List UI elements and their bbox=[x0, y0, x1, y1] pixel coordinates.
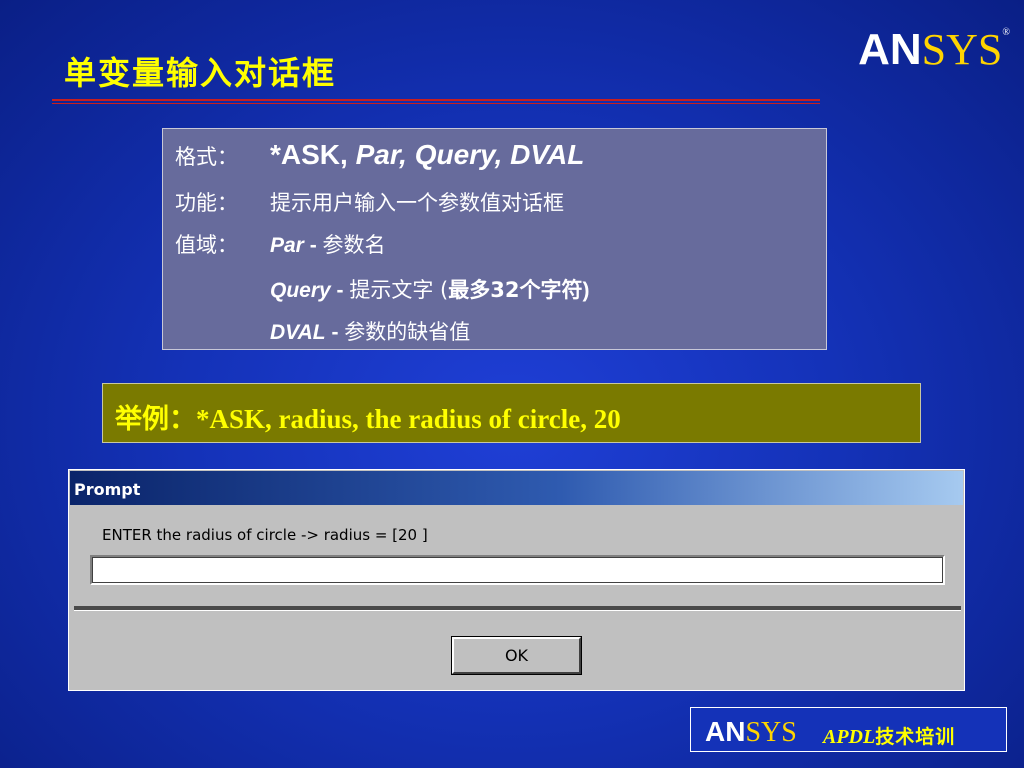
format-cmd: *ASK, bbox=[270, 139, 348, 170]
function-label: 功能： bbox=[175, 191, 238, 215]
footer-logo-an: AN bbox=[705, 716, 746, 747]
prompt-label: ENTER the radius of circle -> radius = [… bbox=[102, 526, 428, 544]
par-sep: - bbox=[303, 234, 323, 257]
ok-button[interactable]: OK bbox=[451, 636, 582, 675]
query-desc-end: ) bbox=[582, 279, 590, 302]
prompt-separator bbox=[74, 606, 961, 611]
query-name: Query bbox=[270, 279, 331, 302]
footer-training: 技术培训 bbox=[875, 726, 956, 748]
dval-row: DVAL - 参数的缺省值 bbox=[270, 316, 470, 346]
logo-sys: SYS bbox=[921, 25, 1003, 74]
query-row: Query - 提示文字 (最多32个字符) bbox=[270, 274, 589, 304]
title-underline bbox=[52, 99, 820, 101]
title-underline-thin bbox=[52, 103, 820, 104]
function-text: 提示用户输入一个参数值对话框 bbox=[270, 191, 564, 215]
prompt-input[interactable] bbox=[90, 555, 945, 585]
par-name: Par bbox=[270, 234, 304, 257]
footer-apdl: APDL bbox=[823, 726, 876, 748]
format-value: *ASK, Par, Query, DVAL bbox=[270, 139, 584, 170]
format-row: 格式： *ASK, Par, Query, DVAL bbox=[175, 139, 584, 171]
query-desc: 提示文字 ( bbox=[349, 278, 449, 302]
prompt-dialog: Prompt ENTER the radius of circle -> rad… bbox=[68, 469, 965, 691]
ansys-logo: ANSYS® bbox=[858, 28, 1010, 72]
query-sep: - bbox=[330, 279, 350, 302]
slide-title: 单变量输入对话框 bbox=[64, 54, 337, 92]
format-args: Par, Query, DVAL bbox=[355, 139, 585, 170]
example-line: 举例：*ASK, radius, the radius of circle, 2… bbox=[115, 397, 621, 436]
registered-mark: ® bbox=[1002, 27, 1010, 38]
footer-text: APDL技术培训 bbox=[823, 722, 955, 749]
prompt-titlebar[interactable]: Prompt bbox=[70, 471, 963, 505]
dval-desc: 参数的缺省值 bbox=[344, 320, 471, 344]
range-row: 值域： Par - 参数名 bbox=[175, 229, 386, 259]
dval-sep: - bbox=[325, 321, 345, 344]
par-desc: 参数名 bbox=[322, 233, 386, 257]
footer-logo-sys: SYS bbox=[745, 717, 797, 748]
dval-name: DVAL bbox=[270, 321, 326, 344]
query-desc-bold: 最多32个字符 bbox=[448, 278, 583, 302]
range-label: 值域： bbox=[175, 233, 238, 257]
command-info-box: 格式： *ASK, Par, Query, DVAL 功能： 提示用户输入一个参数值… bbox=[162, 128, 827, 350]
format-label: 格式： bbox=[175, 145, 238, 169]
footer-badge: ANSYS APDL技术培训 bbox=[690, 707, 1007, 752]
footer-ansys-logo: ANSYS bbox=[705, 718, 797, 747]
example-label: 举例： bbox=[115, 404, 196, 435]
example-command: *ASK, radius, the radius of circle, 20 bbox=[196, 404, 621, 434]
logo-an: AN bbox=[858, 25, 922, 74]
prompt-title: Prompt bbox=[74, 480, 141, 499]
function-row: 功能： 提示用户输入一个参数值对话框 bbox=[175, 187, 564, 217]
example-box: 举例：*ASK, radius, the radius of circle, 2… bbox=[102, 383, 921, 443]
